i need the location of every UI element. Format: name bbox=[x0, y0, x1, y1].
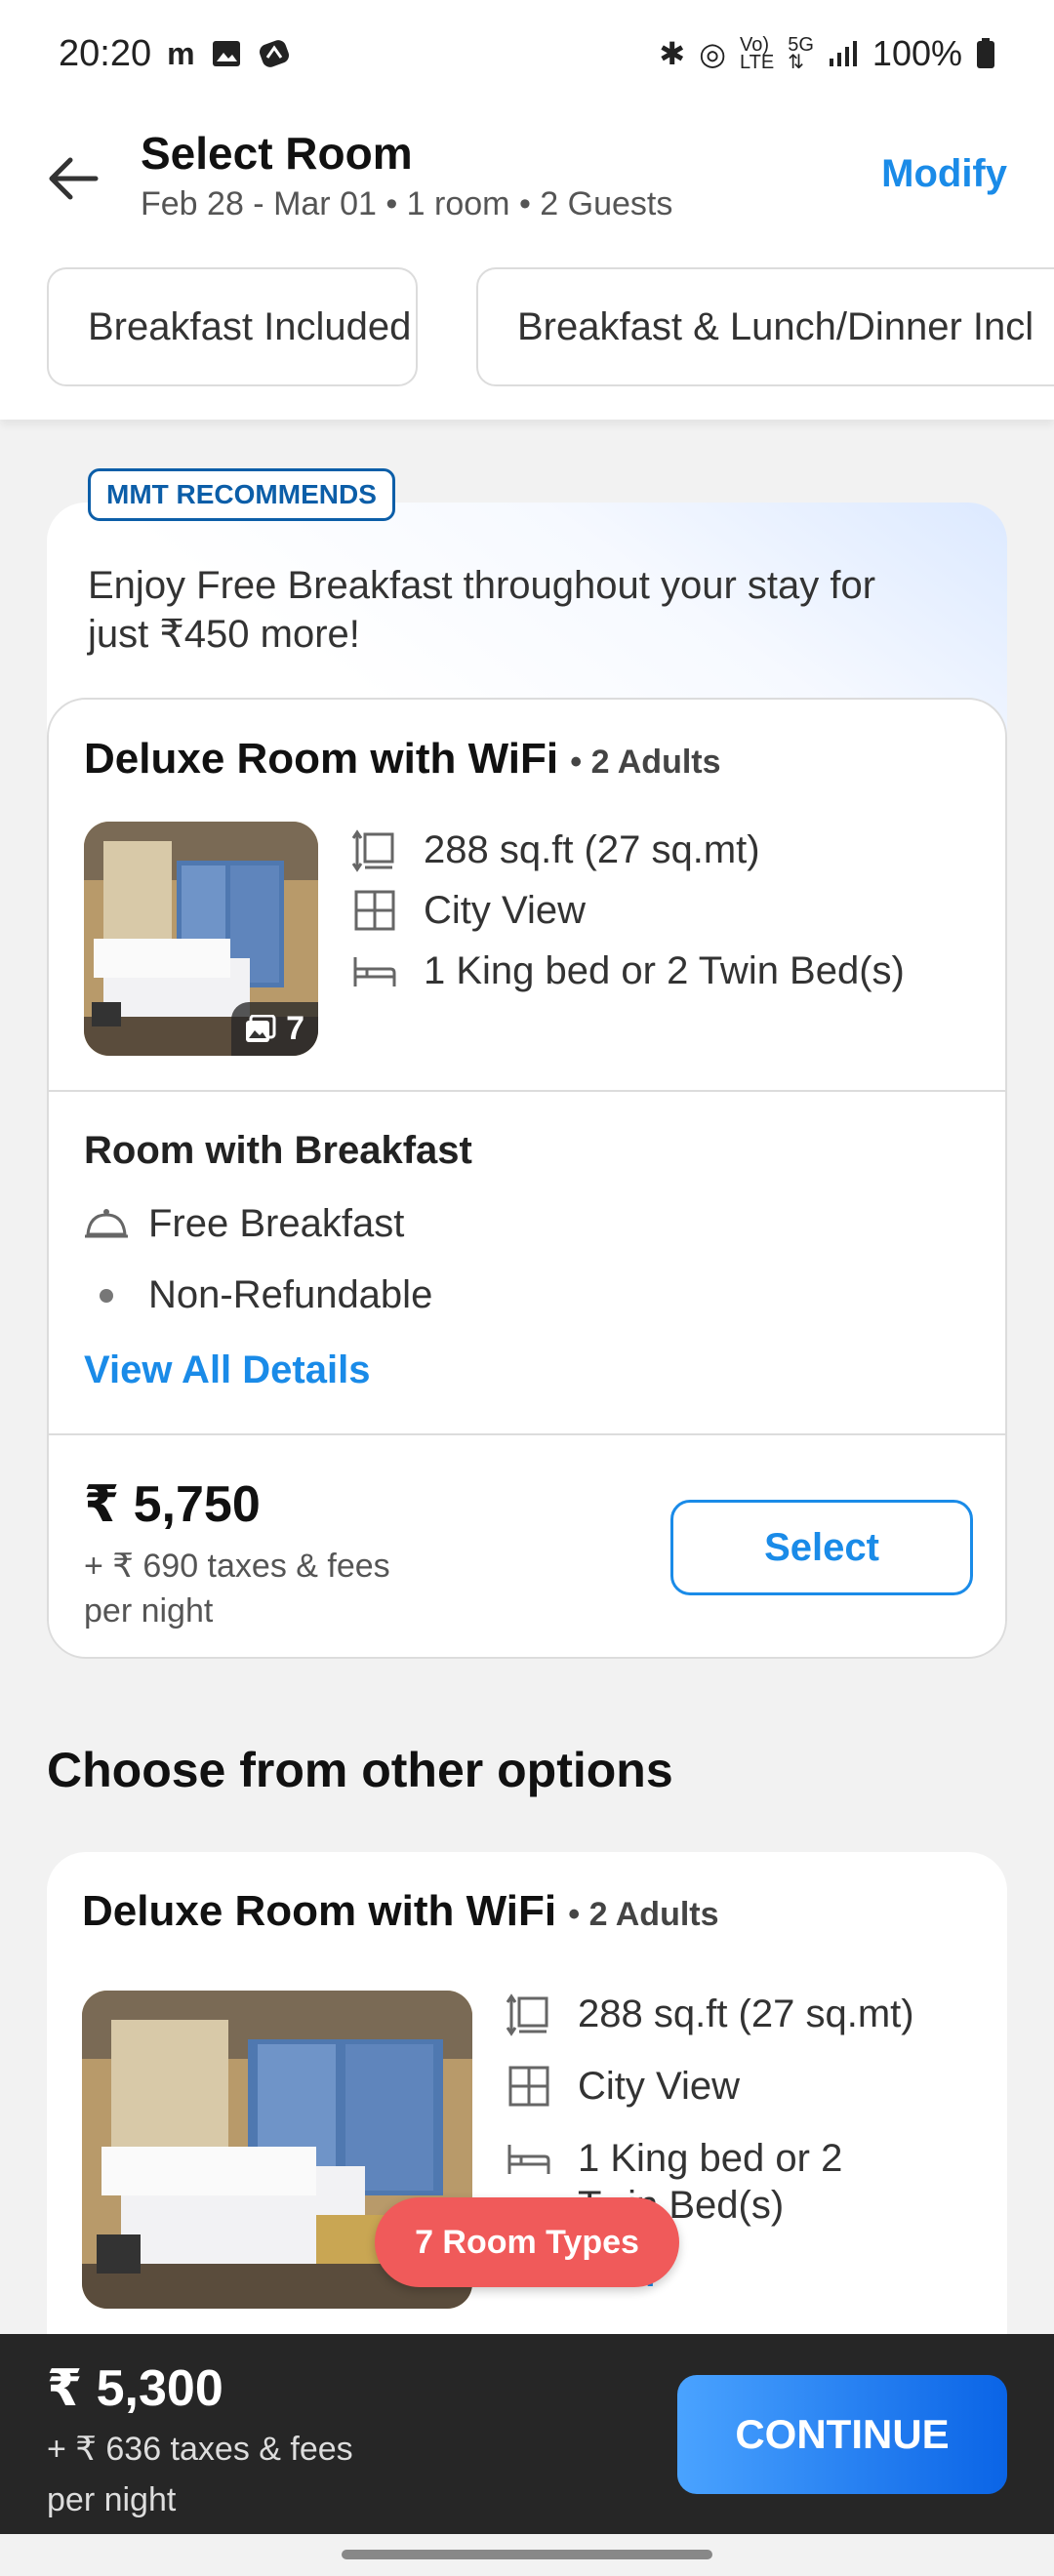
room-title: Deluxe Room with WiFi bbox=[84, 735, 559, 783]
inclusion-breakfast: Free Breakfast bbox=[84, 1202, 404, 1246]
room-size: 288 sq.ft (27 sq.mt) bbox=[424, 827, 760, 871]
room-name: Deluxe Room with WiFi • 2 Adults bbox=[82, 1887, 719, 1936]
photos-icon bbox=[246, 1014, 276, 1042]
chip-breakfast-included[interactable]: Breakfast Included bbox=[47, 267, 418, 386]
5g-icon: 5G ⇅ bbox=[788, 34, 814, 73]
gesture-nav-bar bbox=[0, 2534, 1054, 2576]
selected-taxes: + ₹ 636 taxes & fees per night bbox=[47, 2424, 353, 2525]
window-view-icon bbox=[508, 2066, 549, 2107]
room-name: Deluxe Room with WiFi • 2 Adults bbox=[84, 735, 721, 784]
room-size-icon bbox=[506, 1993, 548, 2036]
feature-view: City View bbox=[506, 2063, 740, 2110]
back-arrow-icon[interactable] bbox=[39, 144, 107, 213]
bed-icon bbox=[353, 957, 396, 986]
select-button[interactable]: Select bbox=[670, 1500, 973, 1595]
room-bed: 1 King bed or 2 bbox=[578, 2136, 843, 2180]
home-handle[interactable] bbox=[342, 2550, 712, 2559]
inclusion-breakfast-label: Free Breakfast bbox=[148, 1202, 405, 1245]
battery-level: 100% bbox=[872, 33, 962, 73]
room-occupancy: • 2 Adults bbox=[568, 1896, 719, 1933]
bullet-icon bbox=[100, 1288, 113, 1303]
room-view: City View bbox=[578, 2064, 740, 2108]
room-bed: 1 King bed or 2 Twin Bed(s) bbox=[424, 948, 905, 992]
battery-icon bbox=[977, 38, 994, 68]
room-title: Deluxe Room with WiFi bbox=[82, 1887, 557, 1935]
photo-count: 7 bbox=[286, 1010, 304, 1047]
room-size: 288 sq.ft (27 sq.mt) bbox=[578, 1992, 914, 2035]
room-view: City View bbox=[424, 888, 586, 932]
inclusion-refund: Non-Refundable bbox=[84, 1273, 432, 1317]
continue-button[interactable]: CONTINUE bbox=[677, 2375, 1007, 2494]
room-price: ₹ 5,750 bbox=[84, 1476, 261, 1533]
feature-bed: 1 King bed or 2 Twin Bed(s) bbox=[351, 947, 905, 994]
recommendation-message: Enjoy Free Breakfast throughout your sta… bbox=[88, 564, 876, 656]
header: Select Room Feb 28 - Mar 01 • 1 room • 2… bbox=[0, 107, 1054, 254]
status-bar: 20:20 m ✱ ◎ Vo) LTE 5G ⇅ 100% bbox=[0, 0, 1054, 107]
breakfast-cloche-icon bbox=[85, 1208, 128, 1237]
bed-icon bbox=[507, 2145, 550, 2174]
feature-view: City View bbox=[351, 887, 586, 934]
app-notification-icon bbox=[259, 40, 289, 67]
recommended-room-card: Deluxe Room with WiFi • 2 Adults 7 288 s… bbox=[47, 698, 1007, 1659]
room-types-pill[interactable]: 7 Room Types bbox=[375, 2197, 679, 2287]
per-night-text: per night bbox=[84, 1592, 214, 1630]
per-night-text: per night bbox=[47, 2481, 177, 2518]
modify-button[interactable]: Modify bbox=[881, 152, 1007, 196]
section-title: Choose from other options bbox=[47, 1743, 673, 1797]
room-photo[interactable]: 7 bbox=[84, 822, 318, 1056]
feature-area: 288 sq.ft (27 sq.mt) bbox=[351, 826, 760, 873]
filter-chips: Breakfast Included Breakfast & Lunch/Din… bbox=[0, 254, 1054, 420]
page-title: Select Room bbox=[141, 128, 413, 179]
room-size-icon bbox=[351, 829, 394, 872]
recommends-badge: MMT RECOMMENDS bbox=[88, 468, 395, 521]
price-taxes: + ₹ 690 taxes & fees per night bbox=[84, 1544, 390, 1633]
view-all-details-link[interactable]: View All Details bbox=[84, 1348, 370, 1392]
status-time: 20:20 bbox=[59, 32, 152, 74]
signal-icon bbox=[829, 41, 857, 66]
bottom-bar: ₹ 5,300 + ₹ 636 taxes & fees per night C… bbox=[0, 2334, 1054, 2534]
feature-bed: 1 King bed or 2 bbox=[506, 2135, 842, 2182]
taxes-text: + ₹ 690 taxes & fees bbox=[84, 1548, 390, 1585]
divider bbox=[49, 1433, 1005, 1435]
hotspot-icon: ◎ bbox=[699, 36, 727, 71]
gmail-icon: m bbox=[167, 35, 195, 71]
photo-count-badge: 7 bbox=[231, 1002, 318, 1056]
bluetooth-icon: ✱ bbox=[659, 36, 686, 71]
selected-price: ₹ 5,300 bbox=[47, 2360, 223, 2417]
divider bbox=[49, 1090, 1005, 1092]
stay-summary: Feb 28 - Mar 01 • 1 room • 2 Guests bbox=[141, 185, 673, 222]
feature-area: 288 sq.ft (27 sq.mt) bbox=[506, 1991, 914, 2037]
window-view-icon bbox=[354, 890, 395, 931]
room-occupancy: • 2 Adults bbox=[570, 744, 721, 781]
plan-title: Room with Breakfast bbox=[84, 1129, 472, 1172]
inclusion-refund-label: Non-Refundable bbox=[148, 1273, 433, 1316]
gallery-icon bbox=[212, 41, 240, 66]
volte-icon: Vo) LTE bbox=[740, 34, 775, 73]
taxes-text: + ₹ 636 taxes & fees bbox=[47, 2431, 353, 2468]
chip-breakfast-lunch-dinner[interactable]: Breakfast & Lunch/Dinner Incl bbox=[476, 267, 1054, 386]
